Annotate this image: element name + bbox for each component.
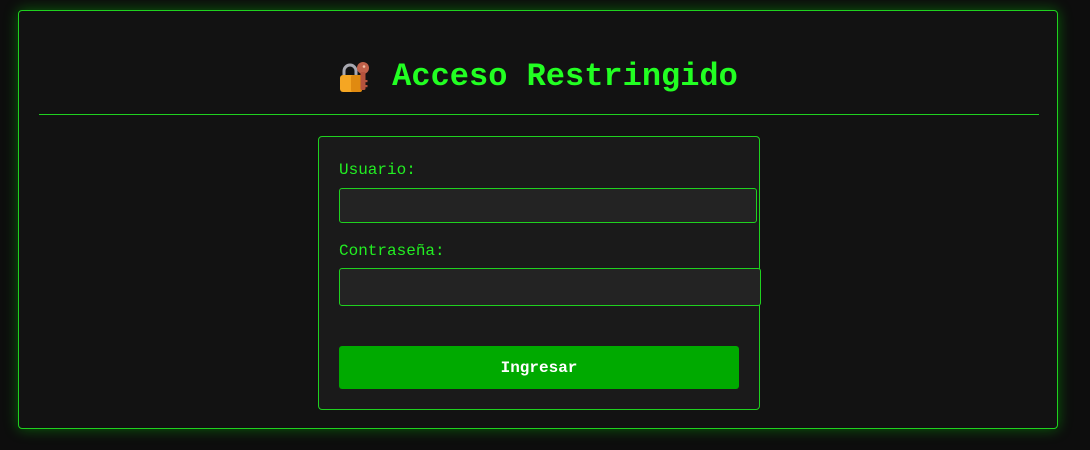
login-panel: Acceso Restringido Usuario: Contraseña: …	[18, 10, 1058, 429]
password-label: Contraseña:	[339, 242, 445, 260]
page-title: Acceso Restringido	[392, 58, 738, 95]
header-divider	[39, 114, 1039, 115]
login-form: Usuario: Contraseña: Ingresar	[318, 136, 761, 410]
lock-with-key-icon	[338, 60, 372, 94]
username-label: Usuario:	[339, 161, 416, 179]
submit-button[interactable]: Ingresar	[339, 346, 739, 389]
username-input[interactable]	[339, 188, 757, 223]
page-header: Acceso Restringido	[19, 57, 1057, 97]
password-input[interactable]	[339, 268, 761, 306]
